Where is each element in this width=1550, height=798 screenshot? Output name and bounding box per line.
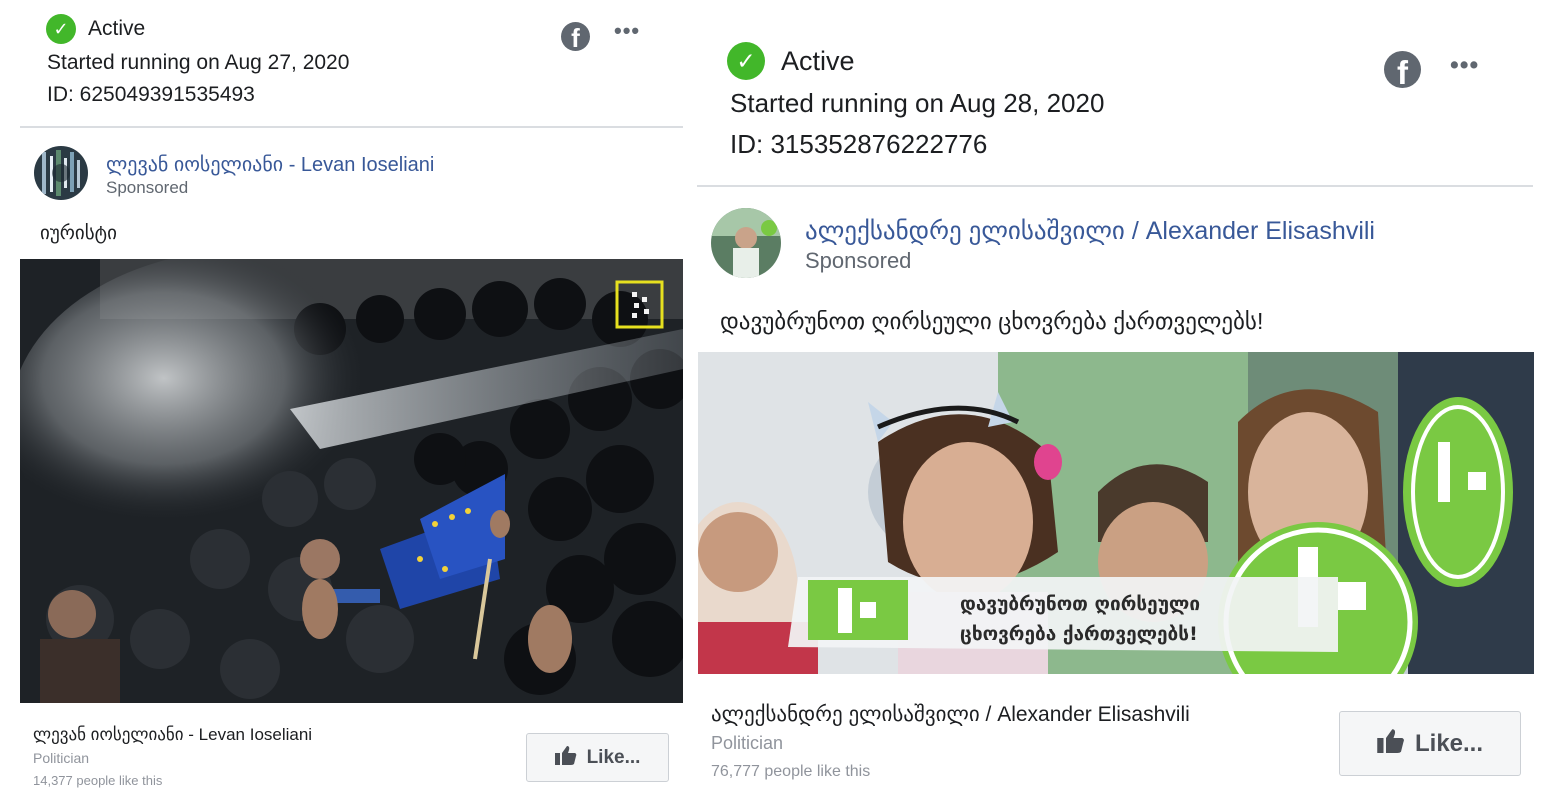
facebook-icon[interactable]: f bbox=[561, 22, 590, 51]
ad-image-children[interactable]: დავუბრუნოთ ღირსეული ცხოვრება ქართველებს! bbox=[698, 352, 1534, 674]
page-avatar[interactable] bbox=[711, 208, 781, 278]
page-avatar[interactable] bbox=[34, 146, 88, 200]
banner-text-line1: დავუბრუნოთ ღირსეული bbox=[960, 593, 1200, 615]
ad-id: ID: 625049391535493 bbox=[47, 83, 255, 106]
status-row: ✓ Active bbox=[46, 14, 145, 44]
footer-page-name[interactable]: ლევან იოსელიანი - Levan Ioseliani bbox=[33, 725, 312, 745]
check-circle-icon: ✓ bbox=[727, 42, 765, 80]
page-name-link[interactable]: ლევან იოსელიანი - Levan Ioseliani bbox=[106, 152, 434, 177]
ad-card-2: ✓ Active Started running on Aug 28, 2020… bbox=[697, 30, 1537, 798]
thumbs-up-icon bbox=[554, 745, 577, 771]
status-label: Active bbox=[88, 17, 146, 40]
start-date: Started running on Aug 27, 2020 bbox=[47, 51, 350, 74]
footer-category: Politician bbox=[33, 750, 90, 766]
sponsored-label: Sponsored bbox=[805, 248, 912, 273]
ad-image-protest[interactable] bbox=[20, 259, 683, 703]
ad-id: ID: 315352876222776 bbox=[730, 129, 988, 159]
status-label: Active bbox=[781, 45, 855, 76]
page-name-link[interactable]: ალექსანდრე ელისაშვილი / Alexander Elisas… bbox=[805, 216, 1375, 246]
more-options-icon[interactable]: ••• bbox=[1450, 51, 1479, 80]
like-button-label: Like... bbox=[586, 746, 641, 768]
status-row: ✓ Active bbox=[727, 42, 855, 80]
header-divider bbox=[20, 126, 683, 128]
like-page-button[interactable]: Like... bbox=[1339, 711, 1521, 776]
header-divider bbox=[697, 185, 1533, 187]
footer-page-name[interactable]: ალექსანდრე ელისაშვილი / Alexander Elisas… bbox=[711, 702, 1190, 727]
ad-body-text: დავუბრუნოთ ღირსეული ცხოვრება ქართველებს! bbox=[720, 308, 1264, 334]
more-options-icon[interactable]: ••• bbox=[614, 18, 640, 44]
sponsored-label: Sponsored bbox=[106, 178, 189, 197]
start-date: Started running on Aug 28, 2020 bbox=[730, 88, 1105, 118]
footer-like-count: 76,777 people like this bbox=[711, 763, 871, 780]
like-button-label: Like... bbox=[1414, 729, 1484, 757]
footer-like-count: 14,377 people like this bbox=[33, 773, 163, 788]
children-photo: დავუბრუნოთ ღირსეული ცხოვრება ქართველებს! bbox=[698, 352, 1534, 674]
ad-card-1: ✓ Active Started running on Aug 27, 2020… bbox=[20, 0, 683, 798]
banner-text-line2: ცხოვრება ქართველებს! bbox=[960, 623, 1198, 645]
facebook-icon[interactable]: f bbox=[1384, 51, 1421, 88]
protest-photo bbox=[20, 259, 683, 703]
check-circle-icon: ✓ bbox=[46, 14, 76, 44]
footer-category: Politician bbox=[711, 733, 784, 753]
ad-body-text: იურისტი bbox=[40, 223, 117, 244]
thumbs-up-icon bbox=[1377, 728, 1405, 760]
like-page-button[interactable]: Like... bbox=[526, 733, 669, 782]
